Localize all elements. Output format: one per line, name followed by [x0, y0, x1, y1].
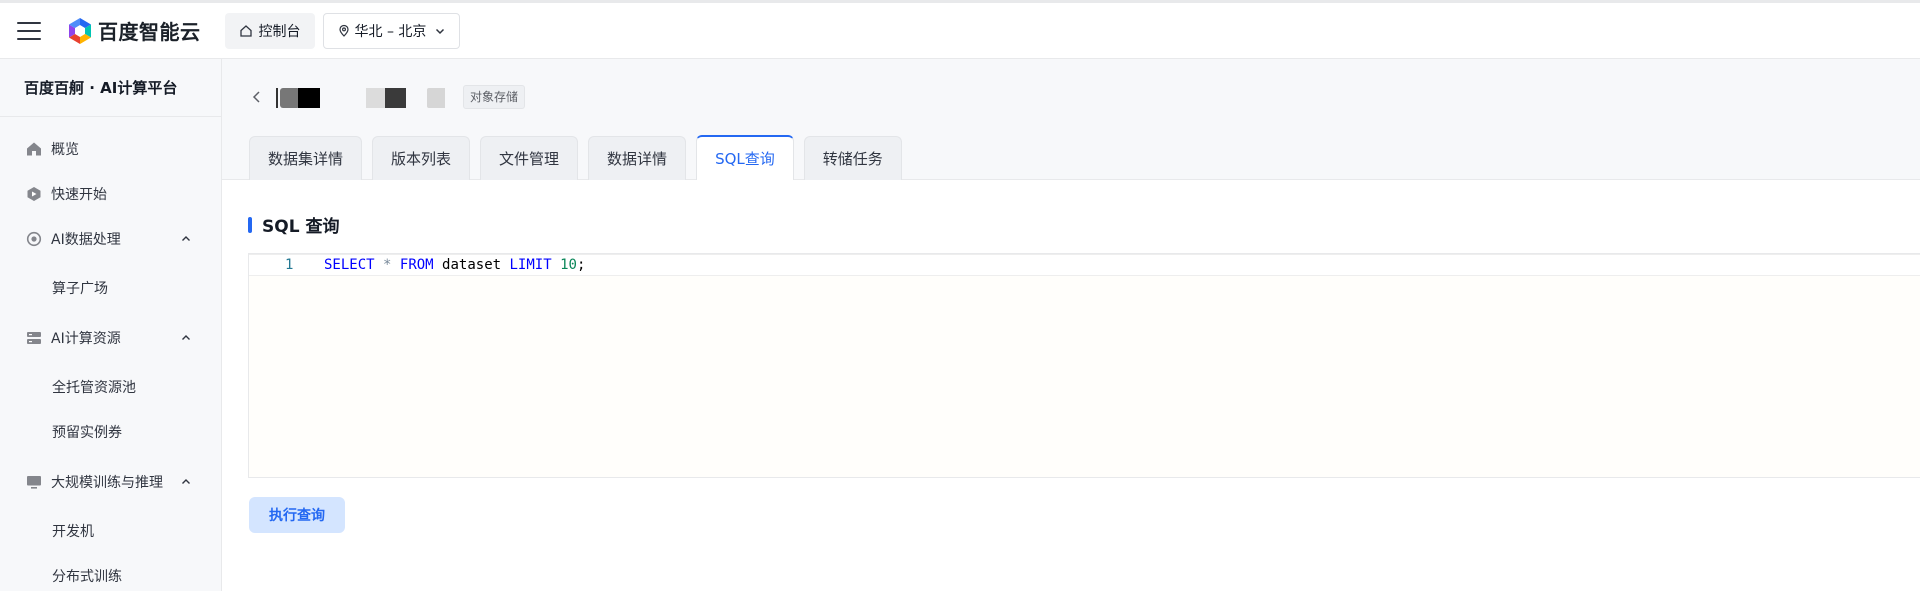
run-query-button[interactable]: 执行查询 [249, 497, 345, 533]
sidebar-item-large-scale-training[interactable]: 大规模训练与推理 [0, 462, 221, 502]
line-number: 1 [285, 257, 294, 273]
sidebar-title: 百度百舸 · AI计算平台 [0, 59, 221, 117]
sql-limit-value: 10 [560, 257, 577, 273]
sidebar-item-label: 大规模训练与推理 [51, 475, 163, 491]
section-title: SQL 查询 [248, 212, 339, 237]
region-label: 华北 – 北京 [354, 23, 427, 40]
redacted-dataset-name [276, 88, 366, 108]
brand-logo[interactable]: 百度智能云 [65, 16, 201, 46]
monitor-icon [25, 473, 43, 491]
chevron-down-icon [436, 28, 445, 34]
console-button[interactable]: 控制台 [224, 12, 315, 49]
server-icon [25, 329, 43, 347]
sidebar-item-quick-start[interactable]: 快速开始 [0, 174, 221, 214]
tab-data-details[interactable]: 数据详情 [588, 136, 687, 180]
sidebar-item-label: 开发机 [52, 524, 94, 540]
console-label: 控制台 [258, 23, 301, 40]
sidebar-item-reserved-instance-coupon[interactable]: 预留实例券 [0, 412, 221, 452]
hamburger-menu-icon[interactable] [17, 21, 41, 40]
tab-bar: 数据集详情 版本列表 文件管理 数据详情 SQL查询 转储任务 [249, 135, 912, 180]
sidebar-item-ai-data-processing[interactable]: AI数据处理 [0, 219, 221, 259]
sidebar-item-overview[interactable]: 概览 [0, 129, 221, 169]
tab-dump-tasks[interactable]: 转储任务 [803, 136, 902, 180]
chevron-up-icon[interactable] [181, 234, 191, 244]
sidebar-item-label: 全托管资源池 [52, 380, 136, 396]
brand-name: 百度智能云 [98, 20, 201, 44]
tab-dataset-details[interactable]: 数据集详情 [249, 136, 363, 180]
location-pin-icon [338, 24, 349, 37]
page-header: 对象存储 数据集详情 版本列表 文件管理 数据详情 SQL查询 转储任务 [222, 59, 1920, 180]
sidebar-item-label: AI数据处理 [51, 232, 121, 248]
sidebar-item-label: 分布式训练 [52, 569, 122, 585]
tab-file-management[interactable]: 文件管理 [480, 136, 579, 180]
sidebar-item-dev-machine[interactable]: 开发机 [0, 511, 221, 551]
top-navbar: 百度智能云 控制台 华北 – 北京 [0, 0, 1920, 59]
home-icon [25, 140, 43, 158]
sql-code-line[interactable]: SELECT * FROM dataset LIMIT 10; [324, 257, 585, 273]
main-content: 对象存储 数据集详情 版本列表 文件管理 数据详情 SQL查询 转储任务 SQL… [222, 59, 1920, 591]
sidebar-item-label: 快速开始 [51, 187, 107, 203]
tab-sql-query[interactable]: SQL查询 [696, 135, 794, 180]
section-title-text: SQL 查询 [262, 217, 340, 237]
sql-keyword-from: FROM [399, 257, 434, 273]
storage-type-tag: 对象存储 [463, 85, 526, 109]
data-process-icon [25, 230, 43, 248]
sidebar-item-label: 概览 [51, 142, 79, 158]
sidebar-item-managed-resource-pool[interactable]: 全托管资源池 [0, 367, 221, 407]
rocket-icon [25, 185, 43, 203]
sidebar-item-label: AI计算资源 [51, 331, 121, 347]
sql-semicolon: ; [576, 257, 586, 273]
sidebar-item-label: 预留实例券 [52, 425, 122, 441]
sql-keyword-select: SELECT [324, 257, 375, 273]
sidebar: 百度百舸 · AI计算平台 概览 快速开始 AI数据处理 算子广场 AI计算资源… [0, 59, 222, 591]
sql-table-name: dataset [442, 257, 502, 273]
sql-star: * [383, 257, 392, 273]
chevron-up-icon[interactable] [181, 477, 191, 487]
sql-editor[interactable]: 1 SELECT * FROM dataset LIMIT 10; [248, 253, 1920, 478]
sidebar-item-label: 算子广场 [52, 281, 108, 297]
region-select[interactable]: 华北 – 北京 [322, 12, 461, 49]
home-outline-icon [239, 24, 252, 37]
redacted-text-block [366, 88, 445, 108]
sidebar-item-operator-plaza[interactable]: 算子广场 [0, 268, 221, 308]
section-accent-bar [248, 216, 252, 233]
sidebar-item-distributed-training[interactable]: 分布式训练 [0, 556, 221, 591]
tab-version-list[interactable]: 版本列表 [372, 136, 471, 180]
sidebar-item-ai-compute-resources[interactable]: AI计算资源 [0, 318, 221, 358]
back-arrow-icon[interactable] [250, 90, 264, 104]
chevron-up-icon[interactable] [181, 333, 191, 343]
sql-keyword-limit: LIMIT [509, 257, 552, 273]
baidu-cloud-logo-icon [69, 17, 91, 44]
